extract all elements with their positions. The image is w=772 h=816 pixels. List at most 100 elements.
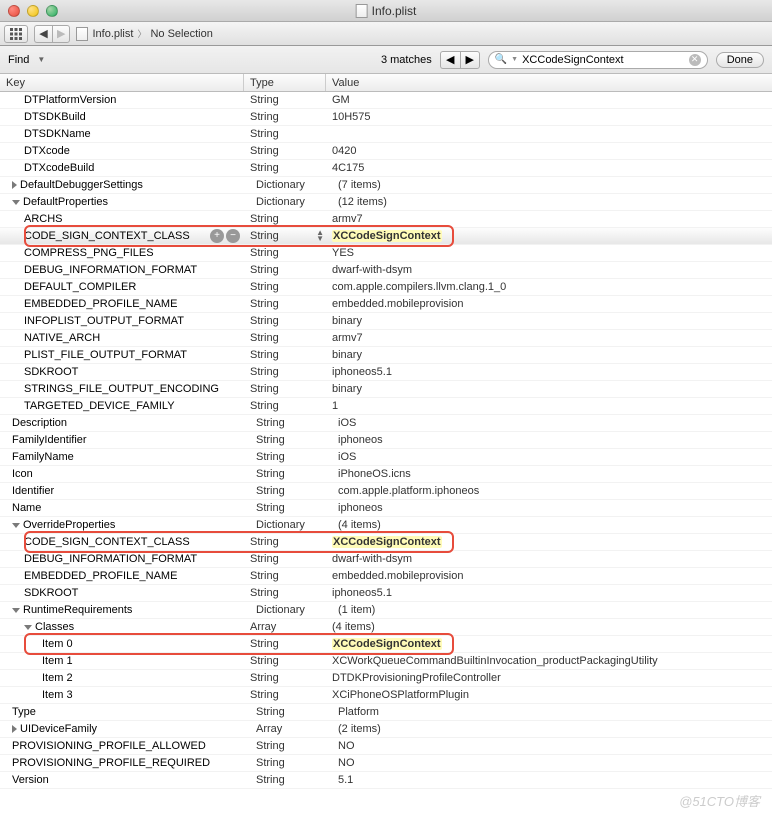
table-row[interactable]: RuntimeRequirementsDictionary(1 item): [0, 602, 772, 619]
value-cell[interactable]: iOS: [332, 417, 772, 429]
type-cell[interactable]: String: [244, 536, 326, 548]
value-cell[interactable]: binary: [326, 383, 772, 395]
type-cell[interactable]: String: [250, 706, 332, 718]
type-cell[interactable]: String: [244, 145, 326, 157]
type-cell[interactable]: String: [250, 434, 332, 446]
table-row[interactable]: Item 2StringDTDKProvisioningProfileContr…: [0, 670, 772, 687]
column-header-key[interactable]: Key: [0, 74, 244, 91]
value-cell[interactable]: 5.1: [332, 774, 772, 786]
type-cell[interactable]: Array: [250, 723, 332, 735]
table-row[interactable]: TARGETED_DEVICE_FAMILYString1: [0, 398, 772, 415]
key-cell[interactable]: Name: [6, 502, 250, 514]
key-cell[interactable]: DEBUG_INFORMATION_FORMAT: [0, 264, 244, 276]
table-row[interactable]: DefaultDebuggerSettingsDictionary(7 item…: [0, 177, 772, 194]
table-row[interactable]: DescriptionStringiOS: [0, 415, 772, 432]
forward-button[interactable]: ▶: [52, 25, 70, 43]
value-cell[interactable]: XCiPhoneOSPlatformPlugin: [326, 689, 772, 701]
table-row[interactable]: DTPlatformVersionStringGM: [0, 92, 772, 109]
table-row[interactable]: DEFAULT_COMPILERStringcom.apple.compiler…: [0, 279, 772, 296]
table-row[interactable]: NATIVE_ARCHStringarmv7: [0, 330, 772, 347]
table-row[interactable]: DefaultPropertiesDictionary(12 items): [0, 194, 772, 211]
table-row[interactable]: Item 1StringXCWorkQueueCommandBuiltinInv…: [0, 653, 772, 670]
key-cell[interactable]: UIDeviceFamily: [6, 723, 250, 735]
clear-search-button[interactable]: ✕: [689, 54, 701, 66]
table-row[interactable]: DTXcodeBuildString4C175: [0, 160, 772, 177]
breadcrumb[interactable]: Info.plist 〉 No Selection: [76, 27, 212, 41]
key-cell[interactable]: CODE_SIGN_CONTEXT_CLASS+−: [0, 229, 244, 243]
value-cell[interactable]: 10H575: [326, 111, 772, 123]
table-row[interactable]: IconStringiPhoneOS.icns: [0, 466, 772, 483]
chevron-down-icon[interactable]: ▼: [511, 56, 518, 63]
close-button[interactable]: [8, 5, 20, 17]
type-cell[interactable]: String: [250, 485, 332, 497]
find-next-button[interactable]: ▶: [460, 51, 480, 69]
type-cell[interactable]: String: [244, 213, 326, 225]
value-cell[interactable]: dwarf-with-dsym: [326, 553, 772, 565]
type-cell[interactable]: Dictionary: [250, 179, 332, 191]
type-cell[interactable]: Dictionary: [250, 519, 332, 531]
type-cell[interactable]: String: [244, 570, 326, 582]
plist-table[interactable]: DTPlatformVersionStringGMDTSDKBuildStrin…: [0, 92, 772, 816]
value-cell[interactable]: iPhoneOS.icns: [332, 468, 772, 480]
value-cell[interactable]: (2 items): [332, 723, 772, 735]
table-row[interactable]: EMBEDDED_PROFILE_NAMEStringembedded.mobi…: [0, 296, 772, 313]
value-cell[interactable]: 1: [326, 400, 772, 412]
type-cell[interactable]: String: [244, 383, 326, 395]
type-cell[interactable]: String: [244, 247, 326, 259]
column-header-type[interactable]: Type: [244, 74, 326, 91]
column-header-value[interactable]: Value: [326, 74, 772, 91]
key-cell[interactable]: PROVISIONING_PROFILE_ALLOWED: [6, 740, 250, 752]
type-cell[interactable]: Dictionary: [250, 196, 332, 208]
chevron-down-icon[interactable]: ▼: [37, 55, 45, 64]
key-cell[interactable]: STRINGS_FILE_OUTPUT_ENCODING: [0, 383, 244, 395]
key-cell[interactable]: Item 2: [0, 672, 244, 684]
table-row[interactable]: SDKROOTStringiphoneos5.1: [0, 364, 772, 381]
search-field[interactable]: 🔍▼ ✕: [488, 51, 708, 69]
key-cell[interactable]: Identifier: [6, 485, 250, 497]
value-cell[interactable]: iphoneos5.1: [326, 366, 772, 378]
type-cell[interactable]: String: [244, 638, 326, 650]
add-button[interactable]: +: [210, 229, 224, 243]
table-row[interactable]: IdentifierStringcom.apple.platform.iphon…: [0, 483, 772, 500]
disclosure-triangle[interactable]: [12, 725, 17, 733]
value-cell[interactable]: embedded.mobileprovision: [326, 298, 772, 310]
key-cell[interactable]: FamilyName: [6, 451, 250, 463]
type-cell[interactable]: Array: [244, 621, 326, 633]
table-row[interactable]: Item 3StringXCiPhoneOSPlatformPlugin: [0, 687, 772, 704]
value-cell[interactable]: (1 item): [332, 604, 772, 616]
find-previous-button[interactable]: ◀: [440, 51, 460, 69]
key-cell[interactable]: DefaultProperties: [6, 196, 250, 208]
breadcrumb-file[interactable]: Info.plist: [92, 28, 133, 40]
table-row[interactable]: OverridePropertiesDictionary(4 items): [0, 517, 772, 534]
table-row[interactable]: FamilyIdentifierStringiphoneos: [0, 432, 772, 449]
key-cell[interactable]: DTXcode: [0, 145, 244, 157]
value-cell[interactable]: binary: [326, 315, 772, 327]
key-cell[interactable]: DTSDKName: [0, 128, 244, 140]
key-cell[interactable]: PLIST_FILE_OUTPUT_FORMAT: [0, 349, 244, 361]
value-cell[interactable]: 0420: [326, 145, 772, 157]
table-row[interactable]: EMBEDDED_PROFILE_NAMEStringembedded.mobi…: [0, 568, 772, 585]
key-cell[interactable]: DTSDKBuild: [0, 111, 244, 123]
disclosure-triangle[interactable]: [12, 181, 17, 189]
breadcrumb-selection[interactable]: No Selection: [150, 28, 212, 40]
value-cell[interactable]: GM: [326, 94, 772, 106]
key-cell[interactable]: Version: [6, 774, 250, 786]
table-row[interactable]: PLIST_FILE_OUTPUT_FORMATStringbinary: [0, 347, 772, 364]
disclosure-triangle[interactable]: [12, 608, 20, 613]
disclosure-triangle[interactable]: [24, 625, 32, 630]
key-cell[interactable]: NATIVE_ARCH: [0, 332, 244, 344]
type-cell[interactable]: String: [244, 94, 326, 106]
type-cell[interactable]: String: [244, 366, 326, 378]
value-cell[interactable]: iphoneos: [332, 502, 772, 514]
type-cell[interactable]: String: [244, 281, 326, 293]
key-cell[interactable]: Description: [6, 417, 250, 429]
type-cell[interactable]: String: [244, 264, 326, 276]
key-cell[interactable]: Type: [6, 706, 250, 718]
type-cell[interactable]: String: [250, 774, 332, 786]
key-cell[interactable]: INFOPLIST_OUTPUT_FORMAT: [0, 315, 244, 327]
value-cell[interactable]: (7 items): [332, 179, 772, 191]
table-row[interactable]: UIDeviceFamilyArray(2 items): [0, 721, 772, 738]
type-cell[interactable]: String: [244, 400, 326, 412]
table-row[interactable]: PROVISIONING_PROFILE_REQUIREDStringNO: [0, 755, 772, 772]
value-cell[interactable]: XCCodeSignContext: [326, 536, 772, 548]
